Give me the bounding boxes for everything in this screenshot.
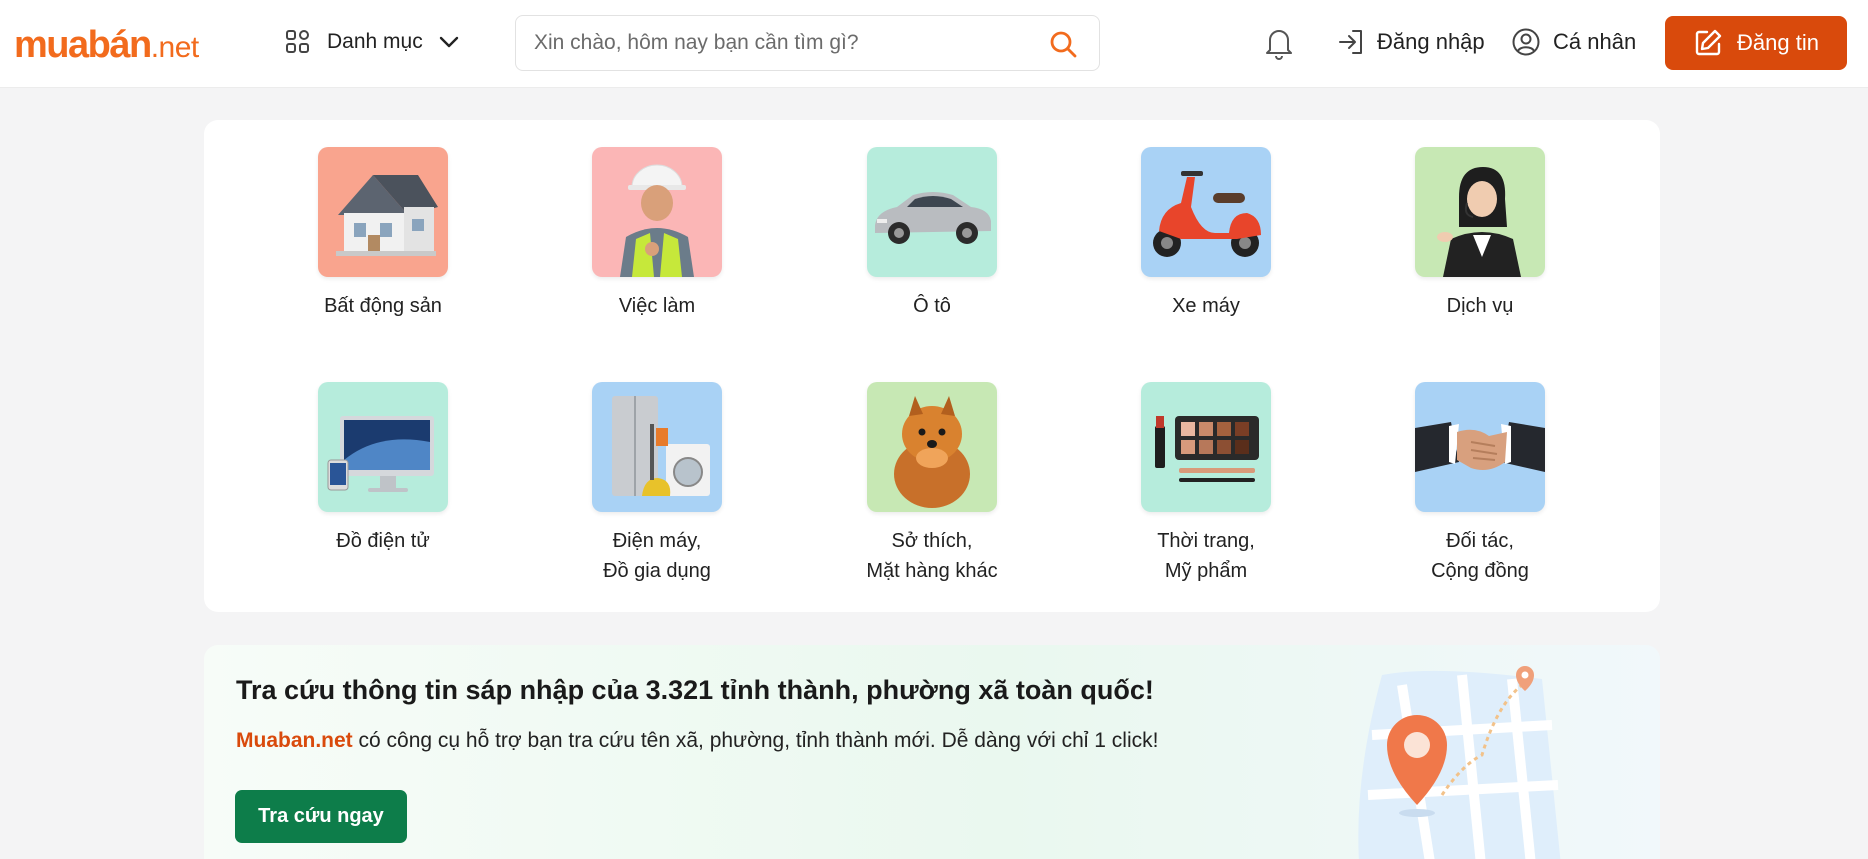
category-appliances[interactable]: Điện máy, Đồ gia dụng	[557, 382, 757, 586]
category-label: Xe máy	[1172, 295, 1240, 317]
category-jobs[interactable]: Việc làm	[557, 147, 757, 321]
house-icon	[318, 147, 448, 277]
category-label: Điện máy, Đồ gia dụng	[603, 530, 711, 582]
category-label: Dịch vụ	[1446, 295, 1514, 317]
search-icon[interactable]	[1049, 30, 1077, 58]
support-agent-icon	[1415, 147, 1545, 277]
category-label: Đối tác, Cộng đồng	[1431, 530, 1529, 582]
appliance-icon	[592, 382, 722, 512]
category-label: Ô tô	[913, 295, 951, 317]
search-input[interactable]	[534, 16, 1034, 70]
worker-icon	[592, 147, 722, 277]
category-label: Bất động sản	[324, 295, 442, 317]
makeup-icon	[1141, 382, 1271, 512]
category-hobbies[interactable]: Sở thích, Mặt hàng khác	[832, 382, 1032, 586]
post-listing-label: Đăng tin	[1737, 30, 1819, 55]
category-services[interactable]: Dịch vụ	[1380, 147, 1580, 321]
login-label: Đăng nhập	[1377, 29, 1485, 54]
lookup-now-button[interactable]: Tra cứu ngay	[235, 790, 407, 843]
logo-text: muabán	[14, 24, 152, 66]
car-icon	[867, 147, 997, 277]
category-label: Thời trang, Mỹ phẩm	[1157, 530, 1255, 582]
site-logo[interactable]: muabán .net	[14, 24, 200, 66]
banner-brand[interactable]: Muaban.net	[236, 729, 353, 752]
dog-icon	[867, 382, 997, 512]
category-real-estate[interactable]: Bất động sản	[283, 147, 483, 321]
computer-icon	[318, 382, 448, 512]
banner-title: Tra cứu thông tin sáp nhập của 3.321 tỉn…	[236, 675, 1154, 705]
category-electronics[interactable]: Đồ điện tử	[283, 382, 483, 556]
grid-icon	[286, 30, 309, 53]
category-label: Sở thích, Mặt hàng khác	[866, 530, 998, 582]
post-listing-button[interactable]: Đăng tin	[1665, 16, 1847, 70]
map-pin-illustration	[1358, 666, 1561, 859]
category-grid: Bất động sản Việc làm Ô tô Xe máy Dịch v…	[204, 120, 1660, 612]
category-label: Đồ điện tử	[336, 530, 430, 552]
chevron-down-icon	[439, 36, 458, 48]
banner-description-text: có công cụ hỗ trợ bạn tra cứu tên xã, ph…	[352, 729, 1159, 752]
category-label: Việc làm	[618, 295, 696, 317]
notification-bell-icon[interactable]	[1264, 26, 1294, 60]
search-box	[515, 15, 1100, 71]
profile-link[interactable]: Cá nhân	[1511, 22, 1636, 62]
category-menu-button[interactable]: Danh mục	[285, 22, 459, 62]
login-icon	[1339, 30, 1362, 54]
profile-label: Cá nhân	[1553, 29, 1637, 54]
category-menu-label: Danh mục	[327, 30, 423, 53]
top-header: muabán.net Danh mục Đăng nhập Cá nhân	[0, 0, 1868, 88]
banner-description: Muaban.net có công cụ hỗ trợ bạn tra cứu…	[236, 729, 1158, 753]
category-cars[interactable]: Ô tô	[832, 147, 1032, 321]
edit-icon	[1695, 29, 1722, 56]
logo-suffix: .net	[150, 31, 200, 64]
category-motorbikes[interactable]: Xe máy	[1106, 147, 1306, 321]
handshake-icon	[1415, 382, 1545, 512]
category-fashion-beauty[interactable]: Thời trang, Mỹ phẩm	[1106, 382, 1306, 586]
scooter-icon	[1141, 147, 1271, 277]
merger-lookup-banner: Tra cứu thông tin sáp nhập của 3.321 tỉn…	[204, 645, 1660, 859]
category-partners-community[interactable]: Đối tác, Cộng đồng	[1380, 382, 1580, 586]
login-link[interactable]: Đăng nhập	[1337, 22, 1485, 62]
user-circle-icon	[1512, 28, 1540, 56]
